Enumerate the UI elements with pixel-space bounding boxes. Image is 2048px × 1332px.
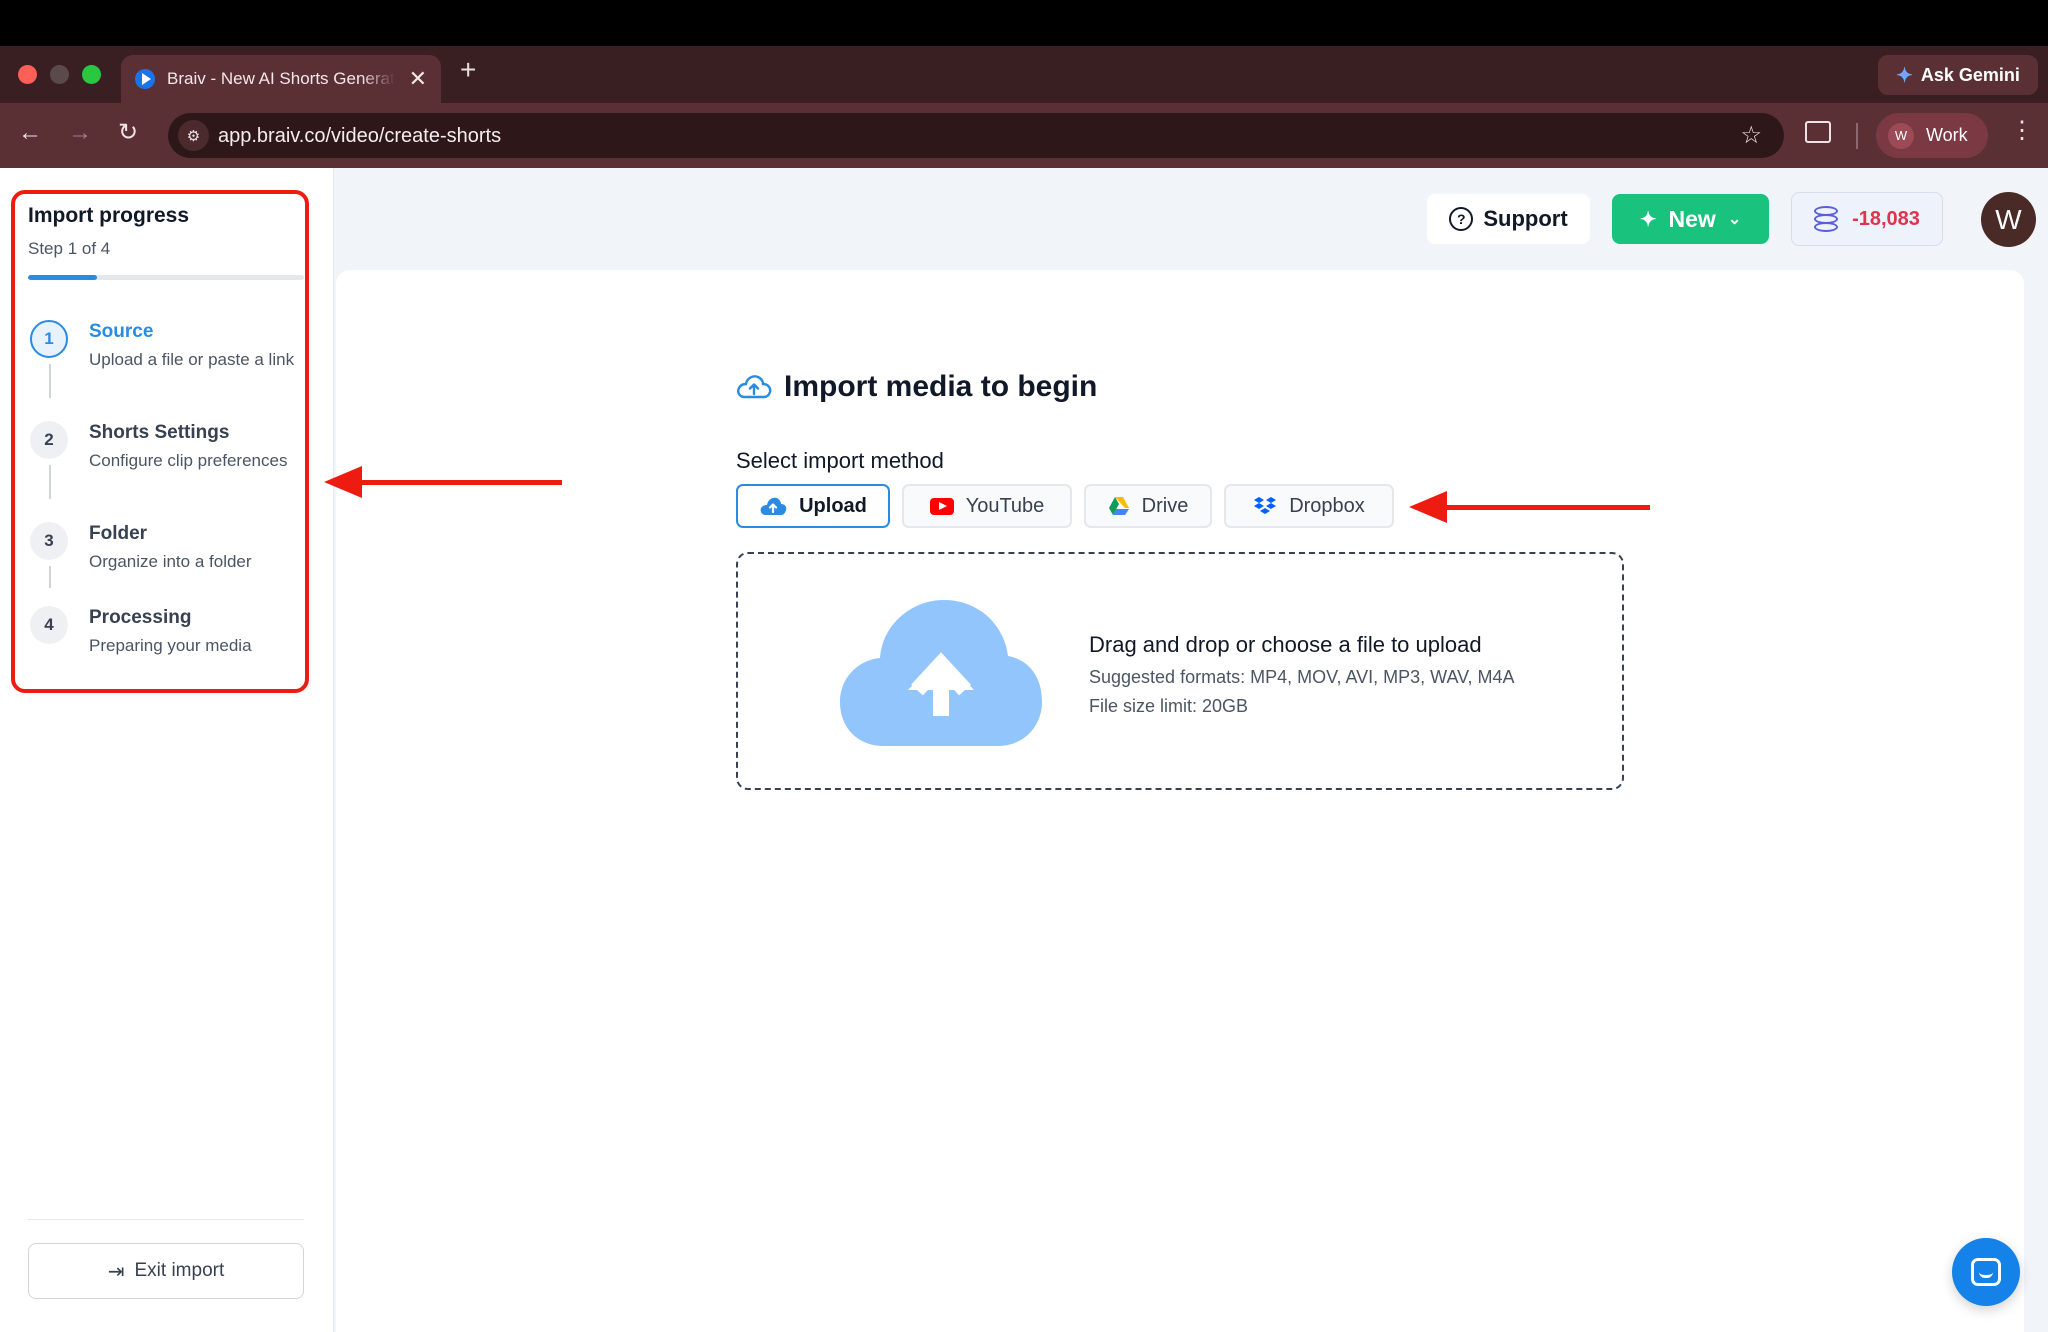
step-description: Preparing your media xyxy=(89,636,252,655)
profile-avatar: W xyxy=(1888,122,1914,149)
method-drive-button[interactable]: Drive xyxy=(1084,484,1212,528)
annotation-arrow-sidebar xyxy=(324,466,562,498)
sidebar-divider xyxy=(28,1219,304,1220)
ask-gemini-button[interactable]: ✦ Ask Gemini xyxy=(1878,55,2038,95)
import-heading: Import media to begin xyxy=(736,370,1097,404)
profile-chip[interactable]: W Work xyxy=(1876,113,1988,158)
braiv-favicon-icon xyxy=(135,69,155,89)
window-close-button[interactable] xyxy=(18,65,37,84)
step-connector xyxy=(49,465,51,499)
step-description: Configure clip preferences xyxy=(89,451,288,470)
new-label: New xyxy=(1668,205,1716,232)
database-icon xyxy=(1814,206,1839,232)
toolbar-divider xyxy=(1856,123,1858,149)
browser-tab[interactable]: Braiv - New AI Shorts Generator ✕ xyxy=(121,55,441,103)
site-settings-icon[interactable]: ⚙ xyxy=(178,120,209,151)
screen-top-bar xyxy=(0,0,2048,46)
chat-bubble-icon xyxy=(1971,1258,2001,1286)
app-page: Import progress Step 1 of 4 1 Source Upl… xyxy=(0,168,2048,1332)
method-dropbox-button[interactable]: Dropbox xyxy=(1224,484,1394,528)
step-description: Organize into a folder xyxy=(89,552,252,571)
step-title: Processing xyxy=(89,607,192,628)
ask-gemini-label: Ask Gemini xyxy=(1920,64,2020,85)
chat-support-button[interactable] xyxy=(1952,1238,2020,1306)
forward-arrow-icon[interactable]: → xyxy=(68,121,92,145)
method-label: Drive xyxy=(1141,494,1189,517)
step-title: Shorts Settings xyxy=(89,422,230,443)
file-dropzone[interactable]: Drag and drop or choose a file to upload… xyxy=(736,552,1624,790)
window-minimize-button[interactable] xyxy=(50,65,69,84)
method-label: YouTube xyxy=(965,494,1045,517)
user-avatar[interactable]: W xyxy=(1981,192,2036,247)
exit-icon: ⇥ xyxy=(107,1260,125,1283)
dropzone-size-limit: File size limit: 20GB xyxy=(1089,696,1249,716)
dropzone-title: Drag and drop or choose a file to upload xyxy=(1089,632,1482,657)
url-text[interactable]: app.braiv.co/video/create-shorts xyxy=(218,125,501,148)
sparkle-icon: ✦ xyxy=(1639,208,1657,231)
progress-bar-fill xyxy=(28,275,97,280)
support-button[interactable]: ? Support xyxy=(1427,194,1590,244)
progress-bar xyxy=(28,275,304,280)
step-number: 1 xyxy=(30,320,68,358)
youtube-icon xyxy=(929,497,954,515)
method-youtube-button[interactable]: YouTube xyxy=(902,484,1072,528)
browser-tab-strip: Braiv - New AI Shorts Generator ✕ + ✦ As… xyxy=(0,46,2048,103)
method-label: Upload xyxy=(799,494,867,517)
method-upload-button[interactable]: Upload xyxy=(736,484,890,528)
exit-import-label: Exit import xyxy=(134,1260,225,1281)
address-bar[interactable]: ⚙ app.braiv.co/video/create-shorts ☆ xyxy=(168,113,1784,158)
step-number: 2 xyxy=(30,421,68,459)
credits-value: -18,083 xyxy=(1852,207,1920,230)
method-label: Dropbox xyxy=(1289,494,1365,517)
dropbox-icon xyxy=(1254,497,1277,514)
page-title: Import media to begin xyxy=(784,370,1098,403)
step-indicator: Step 1 of 4 xyxy=(28,239,111,258)
step-number: 3 xyxy=(30,522,68,560)
step-title: Source xyxy=(89,321,154,342)
google-drive-icon xyxy=(1108,497,1129,515)
exit-import-button[interactable]: ⇥ Exit import xyxy=(28,1243,304,1299)
import-method-tabs: Upload YouTube Drive Dropbox xyxy=(736,484,1394,528)
annotation-arrow-methods xyxy=(1409,491,1650,523)
step-connector xyxy=(49,566,51,588)
help-circle-icon: ? xyxy=(1449,207,1474,231)
reload-icon[interactable]: ↻ xyxy=(118,121,138,145)
step-connector xyxy=(49,364,51,398)
cloud-upload-icon xyxy=(840,600,1042,746)
sidebar-title: Import progress xyxy=(28,204,190,227)
cloud-upload-icon xyxy=(760,497,787,515)
support-label: Support xyxy=(1483,206,1568,231)
more-menu-icon[interactable]: ⋮ xyxy=(2010,119,2034,143)
window-maximize-button[interactable] xyxy=(82,65,101,84)
browser-toolbar: ← → ↻ ⚙ app.braiv.co/video/create-shorts… xyxy=(0,103,2048,168)
gemini-sparkle-icon: ✦ xyxy=(1896,64,1913,87)
back-arrow-icon[interactable]: ← xyxy=(18,121,42,145)
tab-search-icon[interactable] xyxy=(1805,121,1831,143)
cloud-upload-icon xyxy=(737,375,772,399)
dropzone-formats: Suggested formats: MP4, MOV, AVI, MP3, W… xyxy=(1089,667,1515,687)
main-card: Import media to begin Select import meth… xyxy=(336,270,2024,1332)
profile-label: Work xyxy=(1926,125,1968,145)
import-progress-sidebar: Import progress Step 1 of 4 1 Source Upl… xyxy=(0,168,334,1332)
chevron-down-icon: ⌄ xyxy=(1727,211,1742,228)
step-number: 4 xyxy=(30,606,68,644)
new-tab-button[interactable]: + xyxy=(460,56,476,84)
select-method-label: Select import method xyxy=(736,448,944,473)
tab-close-icon[interactable]: ✕ xyxy=(409,68,427,90)
step-description: Upload a file or paste a link xyxy=(89,350,295,369)
new-button[interactable]: ✦ New ⌄ xyxy=(1612,194,1769,244)
tab-title: Braiv - New AI Shorts Generator xyxy=(167,69,395,88)
bookmark-star-icon[interactable]: ☆ xyxy=(1740,121,1762,150)
credits-badge[interactable]: -18,083 xyxy=(1791,192,1943,246)
step-title: Folder xyxy=(89,523,148,544)
